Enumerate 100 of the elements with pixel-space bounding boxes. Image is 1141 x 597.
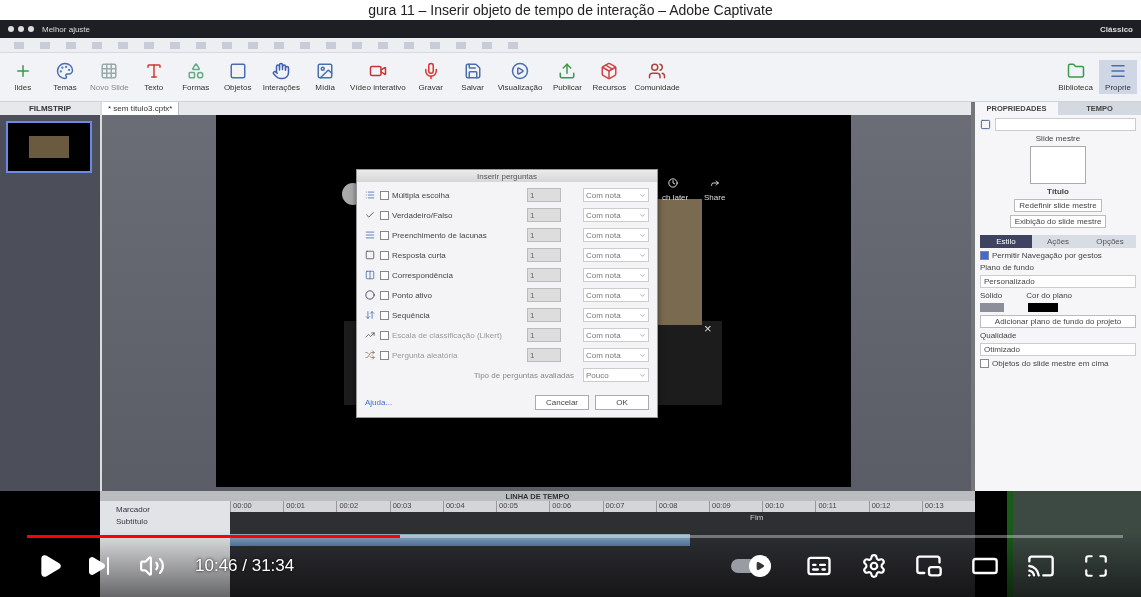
ribbon-button[interactable]: Biblioteca (1056, 60, 1095, 94)
share-label[interactable]: Share (704, 193, 726, 202)
color-swatch[interactable] (980, 303, 1004, 312)
style-tab[interactable]: Estilo (980, 235, 1032, 248)
align-icon[interactable] (248, 41, 258, 49)
align-icon[interactable] (300, 41, 310, 49)
grading-dropdown[interactable]: Com nota (583, 288, 649, 302)
progress-track[interactable] (27, 535, 1123, 538)
ok-button[interactable]: OK (595, 395, 649, 410)
background-dropdown[interactable]: Personalizado (980, 275, 1136, 288)
master-title: Título (1047, 187, 1069, 196)
align-icon[interactable] (274, 41, 284, 49)
watch-later-label[interactable]: ch later (662, 193, 689, 202)
grading-dropdown[interactable]: Com nota (583, 248, 649, 262)
ribbon-button[interactable]: Temas (46, 60, 84, 94)
name-field[interactable] (995, 118, 1136, 131)
align-icon[interactable] (118, 41, 128, 49)
quality-dropdown[interactable]: Otimizado (980, 343, 1136, 356)
ribbon-button[interactable]: Proprie (1099, 60, 1137, 94)
caret-icon (639, 211, 646, 219)
question-checkbox[interactable]: Resposta curta (380, 250, 522, 260)
ribbon-button[interactable]: Texto (134, 60, 173, 94)
align-icon[interactable] (378, 41, 388, 49)
document-tab[interactable]: * sem título3.cptx* (102, 102, 180, 115)
timeline-track[interactable]: Subtítulo (100, 516, 230, 526)
ribbon-button[interactable]: Formas (176, 60, 215, 94)
question-checkbox[interactable]: Preenchimento de lacunas (380, 230, 522, 240)
gesture-checkbox[interactable]: Permitir Navegação por gestos (980, 251, 1136, 260)
ribbon-button[interactable]: Interações (260, 60, 303, 94)
align-icon[interactable] (404, 41, 414, 49)
next-icon (87, 554, 111, 578)
clock-icon[interactable] (668, 178, 678, 188)
master-slide-label: Slide mestre (1035, 134, 1081, 143)
reset-master-button[interactable]: Redefinir slide mestre (1014, 199, 1102, 212)
align-icon[interactable] (456, 41, 466, 49)
timeline-bar[interactable] (230, 534, 690, 546)
align-icon[interactable] (196, 41, 206, 49)
question-checkbox[interactable]: Sequência (380, 310, 522, 320)
align-icon[interactable] (144, 41, 154, 49)
question-checkbox[interactable]: Múltipla escolha (380, 190, 522, 200)
workspace-mode[interactable]: Clássico (1100, 24, 1133, 34)
master-slide-thumbnail[interactable] (1030, 146, 1086, 184)
ribbon-button[interactable]: Gravar (411, 60, 450, 94)
grading-dropdown[interactable]: Com nota (583, 268, 649, 282)
timeline-track[interactable]: Marcador (100, 504, 230, 514)
cancel-button[interactable]: Cancelar (535, 395, 589, 410)
align-icon[interactable] (170, 41, 180, 49)
zoom-dropdown[interactable]: Melhor ajuste (42, 24, 91, 34)
close-button[interactable]: × (704, 321, 712, 336)
align-icon[interactable] (14, 41, 24, 49)
align-icon[interactable] (352, 41, 362, 49)
question-checkbox[interactable]: Verdadeiro/Falso (380, 210, 522, 220)
align-icon[interactable] (40, 41, 50, 49)
question-checkbox[interactable]: Correspondência (380, 270, 522, 280)
window-dot[interactable] (8, 26, 14, 32)
objects-on-top-checkbox[interactable]: Objetos do slide mestre em cima (980, 359, 1136, 368)
align-icon[interactable] (92, 41, 102, 49)
align-icon[interactable] (326, 41, 336, 49)
tool-icon (511, 62, 530, 80)
count-field[interactable]: 1 (527, 228, 561, 242)
count-field[interactable]: 1 (527, 268, 561, 282)
ribbon-button[interactable]: lides (4, 60, 42, 94)
ribbon-button[interactable]: Publicar (548, 60, 587, 94)
count-field[interactable]: 1 (527, 308, 561, 322)
ribbon-button[interactable]: Salvar (453, 60, 492, 94)
slide-thumbnail[interactable] (6, 121, 92, 173)
style-tab[interactable]: Ações (1032, 235, 1084, 248)
align-icon[interactable] (508, 41, 518, 49)
graded-dropdown[interactable]: Pouco (583, 368, 649, 382)
window-dot[interactable] (18, 26, 24, 32)
align-icon[interactable] (482, 41, 492, 49)
count-field[interactable]: 1 (527, 208, 561, 222)
question-type-icon (365, 250, 375, 260)
question-checkbox[interactable]: Ponto ativo (380, 290, 522, 300)
count-field[interactable]: 1 (527, 188, 561, 202)
grading-dropdown[interactable]: Com nota (583, 188, 649, 202)
fullscreen-icon (1083, 553, 1109, 579)
tool-icon (100, 62, 119, 80)
question-type-icon (365, 290, 375, 300)
help-link[interactable]: Ajuda... (365, 398, 393, 407)
ribbon-button[interactable]: Objetos (218, 60, 257, 94)
align-icon[interactable] (430, 41, 440, 49)
ribbon-button[interactable]: Vídeo interativo (348, 60, 408, 94)
ribbon-button[interactable]: Comunidade (632, 60, 682, 94)
ribbon-button[interactable]: Mídia (306, 60, 345, 94)
align-icon[interactable] (222, 41, 232, 49)
align-icon[interactable] (66, 41, 76, 49)
ribbon-button[interactable]: Recursos (590, 60, 629, 94)
color-swatch[interactable] (1028, 303, 1058, 312)
ribbon-button[interactable]: Visualização (495, 60, 545, 94)
add-background-button[interactable]: Adicionar plano de fundo do projeto (980, 315, 1136, 328)
style-tab[interactable]: Opções (1084, 235, 1136, 248)
grading-dropdown[interactable]: Com nota (583, 228, 649, 242)
count-field[interactable]: 1 (527, 248, 561, 262)
grading-dropdown[interactable]: Com nota (583, 308, 649, 322)
window-dot[interactable] (28, 26, 34, 32)
grading-dropdown[interactable]: Com nota (583, 208, 649, 222)
count-field[interactable]: 1 (527, 288, 561, 302)
share-icon[interactable] (710, 178, 720, 188)
show-master-button[interactable]: Exibição do slide mestre (1009, 215, 1107, 228)
